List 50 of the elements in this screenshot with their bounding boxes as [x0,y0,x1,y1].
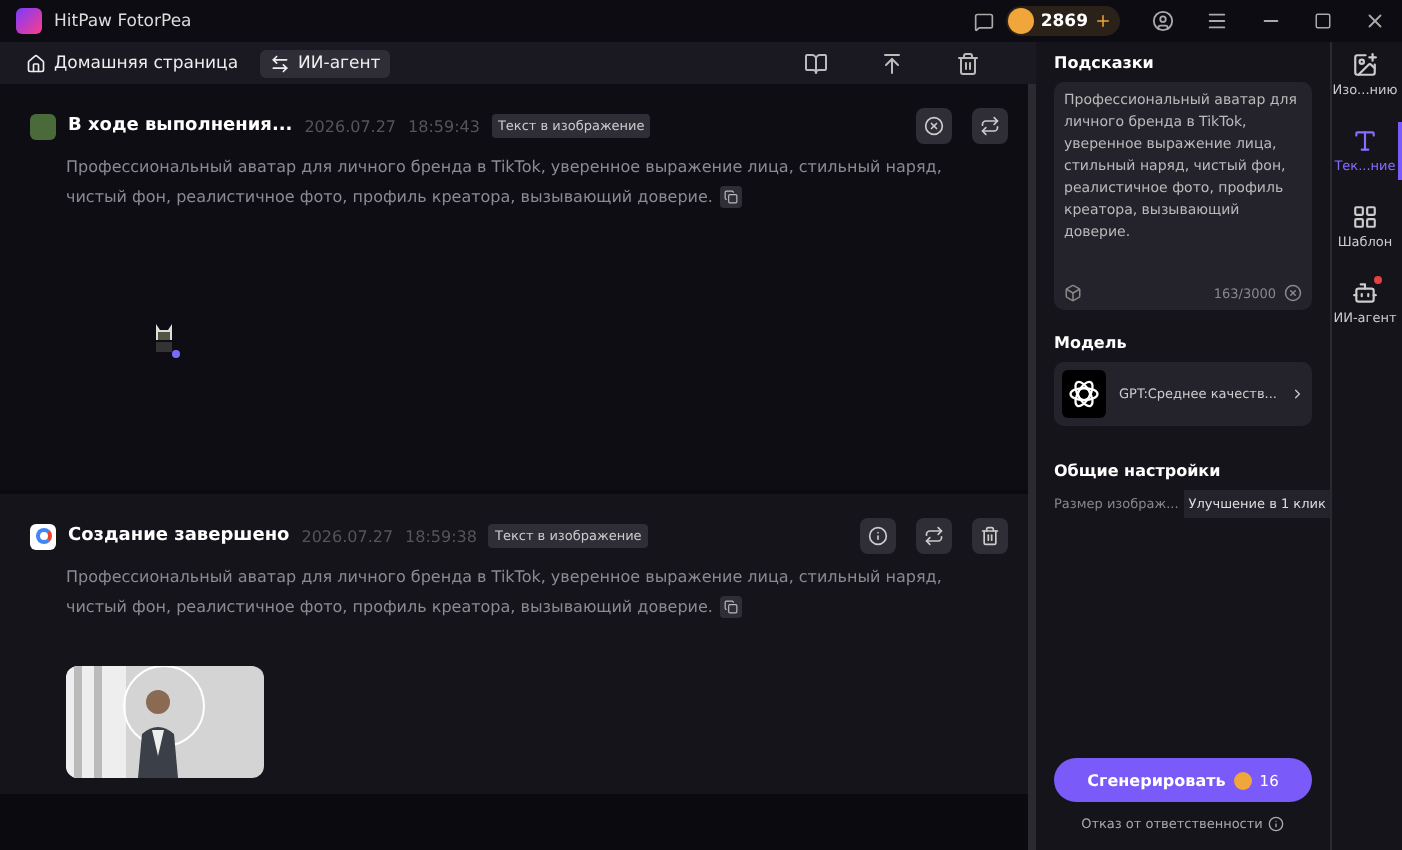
text-icon [1352,128,1378,154]
book-icon[interactable] [804,51,828,75]
window-title: HitPaw FotorPea [54,11,194,31]
home-icon [26,53,46,73]
openai-icon [1062,370,1107,418]
cancel-icon [924,116,944,136]
task-prompt: Профессиональный аватар для личного бренда в TikTok, уверенное выражение лица, стильный наряд, чистый фон, реалистичное фото, профиль креатора, вызывающий доверие. [66,566,944,622]
close-icon[interactable] [1364,10,1386,32]
task-date: 2026.07.27 [304,117,397,135]
cancel-button[interactable] [916,108,952,144]
repeat-icon [924,526,944,546]
task-title: В ходе выполнения... [68,116,293,136]
loading-icon [150,320,182,360]
repeat-icon [980,116,1000,136]
task-date: 2026.07.27 [301,527,394,545]
task-time: 18:59:38 [405,527,477,545]
retry-button[interactable] [916,518,952,554]
status-icon [30,113,56,139]
image-icon [1352,52,1378,78]
chat-icon[interactable] [974,11,995,31]
grid-icon [1352,204,1378,230]
chevron-icon [1289,386,1304,402]
clear-icon[interactable] [1284,284,1302,302]
model-label: Модель [1054,334,1129,352]
cube-icon[interactable] [1064,284,1082,302]
prompt-label: Подсказки [1054,54,1156,72]
trash-icon[interactable] [956,51,980,75]
home-tab[interactable]: Домашняя страница [16,49,249,77]
task-time: 18:59:43 [408,117,480,135]
app-logo [16,8,42,34]
upload-icon[interactable] [880,51,904,75]
retry-button[interactable] [972,108,1008,144]
robot-icon [1352,280,1378,306]
task-prompt: Профессиональный аватар для личного бренда в TikTok, уверенное выражение лица, стильный наряд, чистый фон, реалистичное фото, профиль креатора, вызывающий доверие. [66,156,944,212]
agent-tab[interactable]: ИИ-агент [260,49,391,77]
swap-icon [270,53,291,73]
info-icon [868,526,888,546]
copy-button[interactable] [720,596,743,619]
info-icon[interactable] [1268,816,1285,832]
credits-badge[interactable]: 2869 [1006,6,1120,36]
menu-icon[interactable] [1206,10,1228,32]
maximize-icon[interactable] [1314,12,1332,30]
task-title: Создание завершено [68,526,290,546]
settings-label: Общие настройки [1054,462,1223,480]
delete-button[interactable] [972,518,1008,554]
user-icon[interactable] [1152,10,1174,32]
trash-icon [980,526,1000,546]
info-button[interactable] [860,518,896,554]
notification-dot [1374,276,1382,284]
copy-button[interactable] [720,186,743,209]
